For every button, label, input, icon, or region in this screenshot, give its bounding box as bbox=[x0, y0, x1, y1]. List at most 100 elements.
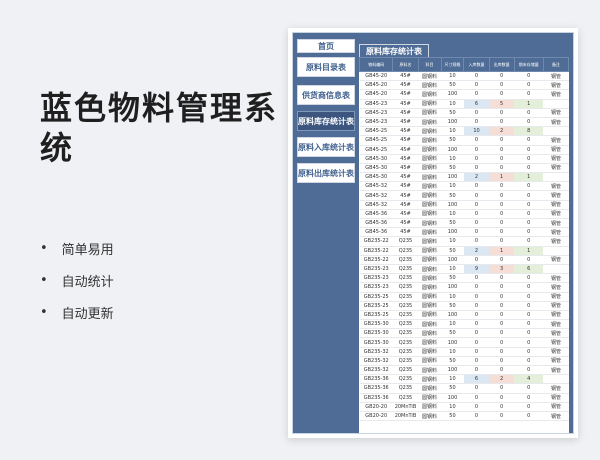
table-cell[interactable]: 0 bbox=[489, 328, 515, 339]
table-cell[interactable] bbox=[543, 374, 569, 385]
table-cell[interactable]: 50 bbox=[441, 218, 464, 229]
table-cell[interactable]: 5 bbox=[489, 99, 515, 109]
table-cell[interactable]: 50 bbox=[441, 135, 464, 146]
column-header[interactable]: 备注 bbox=[542, 57, 569, 72]
table-cell[interactable]: 钢管 bbox=[543, 356, 569, 367]
table-cell[interactable]: 钢管 bbox=[543, 393, 569, 403]
table-cell[interactable]: 0 bbox=[463, 145, 490, 155]
table-cell[interactable]: Q235 bbox=[392, 264, 419, 275]
table-cell[interactable]: 圆钢料 bbox=[418, 328, 441, 339]
table-cell[interactable]: 100 bbox=[441, 200, 464, 210]
table-cell[interactable]: GB235-22 bbox=[359, 236, 393, 247]
table-row[interactable]: GB45-32 45# 圆钢料 10 0 0 0 钢管 bbox=[359, 181, 569, 192]
table-cell[interactable]: 0 bbox=[463, 347, 490, 357]
table-cell[interactable]: 0 bbox=[463, 282, 490, 293]
table-cell[interactable]: 圆钢料 bbox=[418, 154, 441, 164]
table-cell[interactable]: 0 bbox=[489, 181, 515, 192]
table-cell[interactable]: GB235-25 bbox=[359, 292, 393, 302]
table-cell[interactable]: GB235-36 bbox=[359, 393, 393, 403]
table-cell[interactable]: 0 bbox=[489, 227, 515, 238]
table-cell[interactable]: 0 bbox=[489, 163, 515, 174]
table-cell[interactable]: Q235 bbox=[392, 365, 419, 376]
table-cell[interactable]: 50 bbox=[441, 80, 464, 91]
table-cell[interactable]: 45# bbox=[392, 163, 419, 174]
table-cell[interactable]: 圆钢料 bbox=[418, 246, 441, 256]
table-cell[interactable]: 0 bbox=[463, 80, 490, 91]
table-cell[interactable]: 0 bbox=[514, 301, 544, 311]
table-cell[interactable]: 0 bbox=[514, 181, 544, 192]
table-cell[interactable]: 0 bbox=[463, 310, 490, 321]
table-cell[interactable]: 0 bbox=[489, 292, 515, 302]
table-cell[interactable]: 0 bbox=[514, 190, 544, 201]
table-row[interactable]: GB235-22 Q235 圆钢料 10 0 0 0 钢管 bbox=[359, 236, 569, 247]
table-cell[interactable]: 圆钢料 bbox=[418, 181, 441, 192]
table-cell[interactable]: 圆钢料 bbox=[418, 209, 441, 220]
table-cell[interactable]: 钢管 bbox=[543, 227, 569, 238]
table-cell[interactable]: GB45-32 bbox=[359, 190, 393, 201]
table-cell[interactable]: 钢管 bbox=[543, 200, 569, 210]
table-cell[interactable]: 0 bbox=[514, 71, 544, 82]
table-cell[interactable]: 圆钢料 bbox=[418, 347, 441, 357]
table-row[interactable]: GB235-25 Q235 圆钢料 10 0 0 0 钢管 bbox=[359, 292, 569, 302]
table-row[interactable]: GB45-32 45# 圆钢料 50 0 0 0 钢管 bbox=[359, 190, 569, 201]
table-cell[interactable]: 100 bbox=[441, 365, 464, 376]
table-cell[interactable]: 钢管 bbox=[543, 310, 569, 321]
table-cell[interactable]: 0 bbox=[489, 301, 515, 311]
table-cell[interactable]: 圆钢料 bbox=[418, 383, 441, 394]
table-cell[interactable]: 0 bbox=[463, 273, 490, 284]
table-row[interactable]: GB45-36 45# 圆钢料 50 0 0 0 钢管 bbox=[359, 218, 569, 229]
table-cell[interactable]: 圆钢料 bbox=[418, 319, 441, 330]
table-cell[interactable]: 100 bbox=[441, 337, 464, 348]
table-cell[interactable]: 0 bbox=[463, 383, 490, 394]
table-cell[interactable]: GB235-30 bbox=[359, 337, 393, 348]
table-cell[interactable]: 0 bbox=[514, 347, 544, 357]
table-cell[interactable]: 0 bbox=[463, 227, 490, 238]
table-cell[interactable]: 0 bbox=[489, 319, 515, 330]
table-cell[interactable]: 0 bbox=[463, 135, 490, 146]
table-cell[interactable]: 圆钢料 bbox=[418, 402, 441, 412]
table-cell[interactable] bbox=[543, 172, 569, 183]
table-cell[interactable]: Q235 bbox=[392, 393, 419, 403]
table-cell[interactable]: 圆钢料 bbox=[418, 273, 441, 284]
table-cell[interactable]: 50 bbox=[441, 190, 464, 201]
table-cell[interactable]: 0 bbox=[489, 310, 515, 321]
table-cell[interactable]: GB45-36 bbox=[359, 218, 393, 229]
table-cell[interactable]: 45# bbox=[392, 117, 419, 128]
table-cell[interactable]: GB45-25 bbox=[359, 135, 393, 146]
table-cell[interactable]: GB45-32 bbox=[359, 200, 393, 210]
table-cell[interactable]: 钢管 bbox=[543, 117, 569, 128]
sidebar-item[interactable]: 原料入库统计表 bbox=[297, 137, 355, 157]
table-cell[interactable]: GB235-36 bbox=[359, 383, 393, 394]
table-cell[interactable]: 50 bbox=[441, 328, 464, 339]
table-cell[interactable]: 钢管 bbox=[543, 71, 569, 82]
table-cell[interactable]: 45# bbox=[392, 135, 419, 146]
table-cell[interactable]: 2 bbox=[489, 374, 515, 385]
table-cell[interactable]: 1 bbox=[514, 99, 544, 109]
table-cell[interactable]: GB235-22 bbox=[359, 246, 393, 256]
table-cell[interactable]: 0 bbox=[463, 163, 490, 174]
table-cell[interactable]: 0 bbox=[463, 181, 490, 192]
table-cell[interactable]: 圆钢料 bbox=[418, 190, 441, 201]
table-cell[interactable]: 0 bbox=[489, 89, 515, 100]
table-cell[interactable]: 圆钢料 bbox=[418, 163, 441, 174]
table-cell[interactable]: GB235-36 bbox=[359, 374, 393, 385]
table-cell[interactable]: 圆钢料 bbox=[418, 411, 441, 422]
table-cell[interactable]: 50 bbox=[441, 246, 464, 256]
table-cell[interactable]: 0 bbox=[463, 411, 490, 422]
table-cell[interactable]: Q235 bbox=[392, 328, 419, 339]
table-cell[interactable]: 100 bbox=[441, 172, 464, 183]
table-cell[interactable]: 4 bbox=[514, 374, 544, 385]
table-row[interactable]: GB235-30 Q235 圆钢料 50 0 0 0 钢管 bbox=[359, 328, 569, 339]
table-cell[interactable]: 钢管 bbox=[543, 365, 569, 376]
table-cell[interactable]: 0 bbox=[489, 135, 515, 146]
table-cell[interactable]: 0 bbox=[489, 117, 515, 128]
table-row[interactable]: GB235-25 Q235 圆钢料 50 0 0 0 钢管 bbox=[359, 301, 569, 311]
table-cell[interactable]: 钢管 bbox=[543, 80, 569, 91]
table-cell[interactable]: GB235-23 bbox=[359, 273, 393, 284]
table-cell[interactable]: 钢管 bbox=[543, 163, 569, 174]
table-row[interactable]: GB45-36 45# 圆钢料 10 0 0 0 钢管 bbox=[359, 209, 569, 220]
table-cell[interactable]: 钢管 bbox=[543, 218, 569, 229]
table-cell[interactable]: 2 bbox=[489, 126, 515, 137]
table-cell[interactable]: 钢管 bbox=[543, 402, 569, 412]
table-cell[interactable]: 圆钢料 bbox=[418, 80, 441, 91]
